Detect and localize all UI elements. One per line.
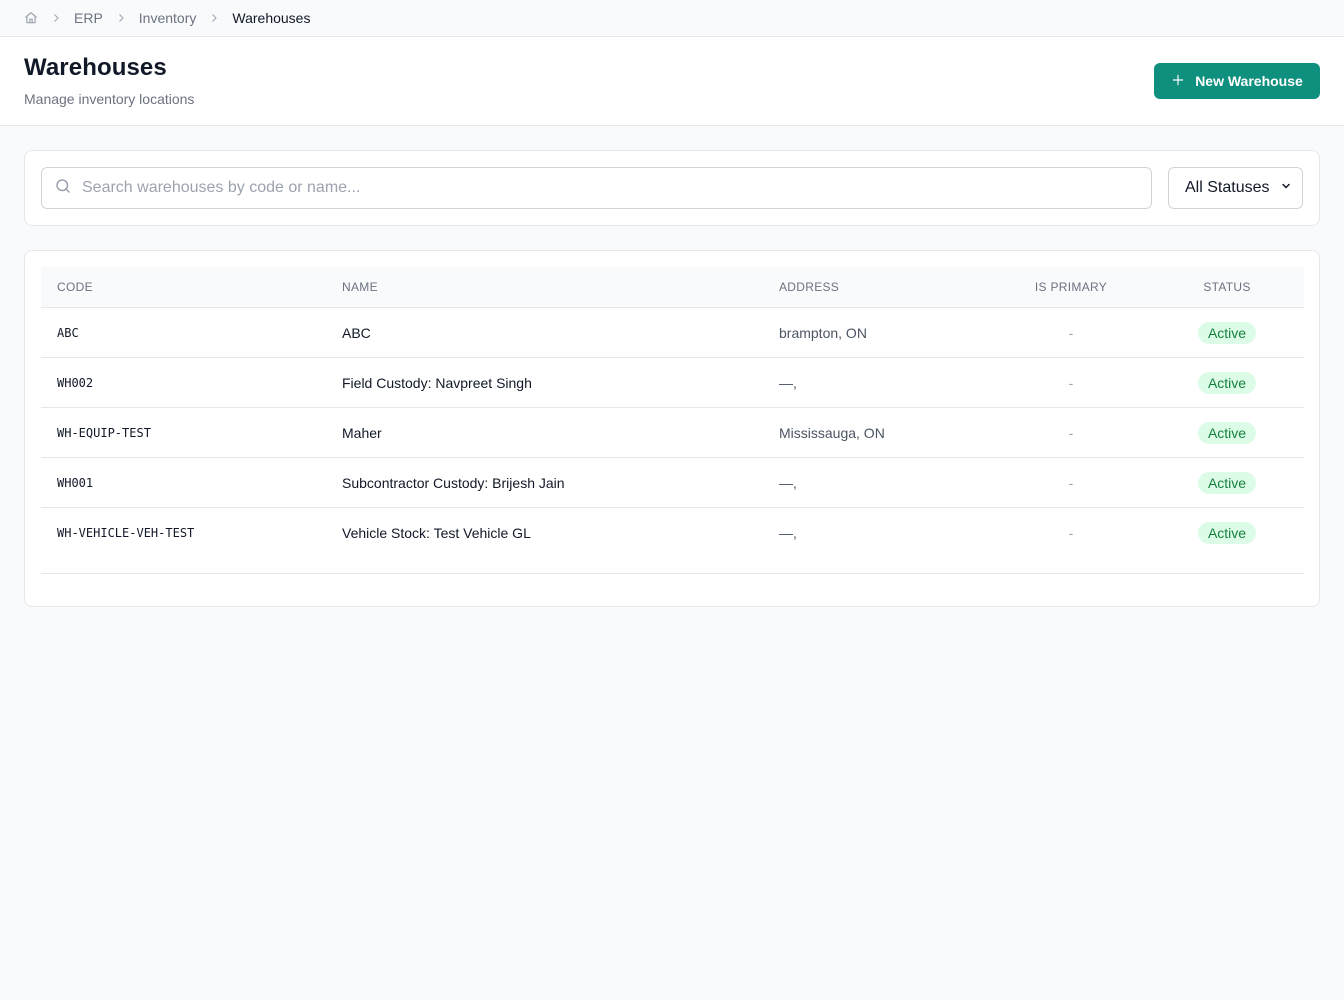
status-filter-select[interactable]: All Statuses [1168,167,1303,209]
table-row[interactable]: ABC ABC brampton, ON - Active [41,308,1304,358]
cell-address: Mississauga, ON [779,424,885,441]
warehouses-table: CODE NAME ADDRESS IS PRIMARY STATUS ABC … [41,267,1304,574]
page-title: Warehouses [24,54,167,81]
status-filter-value: All Statuses [1185,179,1270,196]
search-box[interactable] [41,167,1152,209]
cell-address: —, [779,525,797,541]
cell-status: Active [1181,408,1273,457]
cell-is-primary: - [1068,324,1074,341]
cell-code: ABC [57,325,79,340]
search-input[interactable] [82,179,1122,197]
column-header-address: ADDRESS [779,280,840,294]
cell-name: Field Custody: Navpreet Singh [342,374,532,391]
status-badge: Active [1197,421,1257,444]
table-row[interactable]: WH002 Field Custody: Navpreet Singh —, -… [41,358,1304,408]
status-badge: Active [1197,371,1257,394]
table-header: CODE NAME ADDRESS IS PRIMARY STATUS [41,267,1304,308]
cell-address: —, [779,474,797,491]
warehouses-table-card: CODE NAME ADDRESS IS PRIMARY STATUS ABC … [24,250,1320,607]
column-header-is-primary: IS PRIMARY [1034,280,1108,294]
cell-status: Active [1181,458,1273,507]
breadcrumb: ERP Inventory Warehouses [0,0,1344,37]
cell-is-primary: - [1068,474,1074,491]
plus-icon [1171,73,1185,90]
status-badge: Active [1197,522,1257,544]
chevron-down-icon [1280,179,1292,197]
table-row[interactable]: WH-EQUIP-TEST Maher Mississauga, ON - Ac… [41,408,1304,458]
cell-code: WH001 [57,475,94,490]
chevron-right-icon [115,12,127,24]
cell-address: brampton, ON [779,324,867,341]
cell-address: —, [779,374,797,391]
column-header-code: CODE [57,280,93,294]
chevron-right-icon [208,12,220,24]
new-warehouse-label: New Warehouse [1195,73,1303,89]
table-footer-divider [41,558,1304,574]
page-subtitle: Manage inventory locations [24,91,195,107]
new-warehouse-button[interactable]: New Warehouse [1154,63,1320,99]
cell-name: Subcontractor Custody: Brijesh Jain [342,474,565,491]
cell-name: Maher [342,424,382,441]
search-icon [54,177,72,200]
cell-is-primary: - [1068,374,1074,391]
cell-status: Active [1181,308,1273,357]
status-badge: Active [1197,471,1257,494]
cell-is-primary: - [1068,525,1074,541]
column-header-status: STATUS [1203,280,1251,294]
chevron-right-icon [50,12,62,24]
filter-card: All Statuses [24,150,1320,226]
breadcrumb-item-inventory[interactable]: Inventory [139,10,197,26]
cell-code: WH-EQUIP-TEST [57,425,151,440]
home-icon[interactable] [24,11,38,25]
cell-status: Active [1181,358,1273,407]
cell-is-primary: - [1068,424,1074,441]
breadcrumb-item-erp[interactable]: ERP [74,10,103,26]
cell-name: ABC [342,324,371,341]
breadcrumb-item-warehouses: Warehouses [232,10,311,26]
column-header-name: NAME [342,280,378,294]
cell-code: WH002 [57,375,94,390]
cell-name: Vehicle Stock: Test Vehicle GL [342,525,531,541]
status-badge: Active [1197,321,1257,344]
cell-code: WH-VEHICLE-VEH-TEST [57,526,195,540]
page-header: Warehouses Manage inventory locations Ne… [0,37,1344,126]
table-row[interactable]: WH-VEHICLE-VEH-TEST Vehicle Stock: Test … [41,508,1304,558]
table-row[interactable]: WH001 Subcontractor Custody: Brijesh Jai… [41,458,1304,508]
cell-status: Active [1181,508,1273,558]
